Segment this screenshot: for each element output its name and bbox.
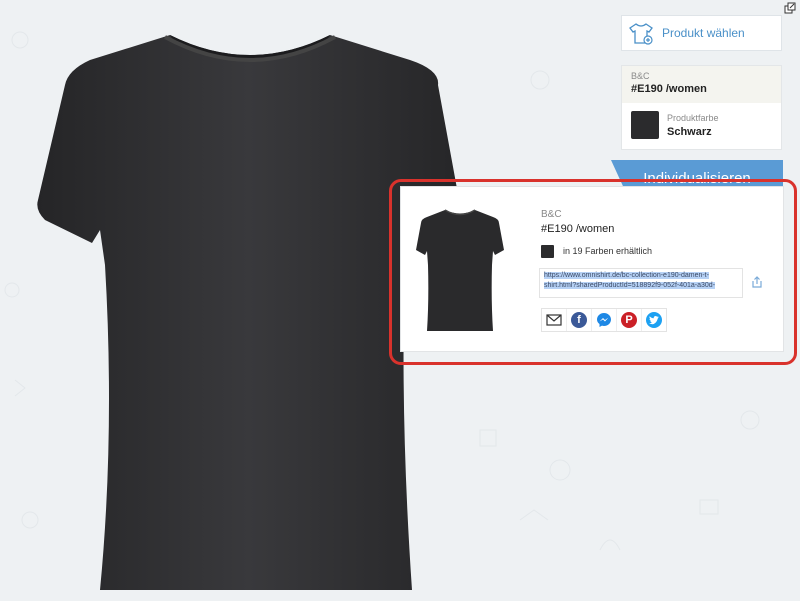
share-url-field[interactable]: https://www.omnishirt.de/bc-collection-e… [539, 268, 743, 298]
select-product-button[interactable]: Produkt wählen [621, 15, 782, 51]
facebook-share-button[interactable]: f [567, 309, 592, 331]
product-info-panel: B&C #E190 /women Produktfarbe Schwarz [621, 65, 782, 150]
email-share-button[interactable] [542, 309, 567, 331]
social-share-bar: f P [541, 308, 667, 332]
pinterest-icon: P [621, 312, 637, 328]
product-brand: B&C [631, 71, 650, 81]
share-colors-available: in 19 Farben erhältlich [563, 246, 653, 256]
share-icon[interactable] [750, 275, 764, 289]
product-thumbnail [416, 209, 504, 331]
share-brand: B&C [541, 209, 562, 220]
expand-icon[interactable] [784, 2, 796, 14]
share-card: B&C #E190 /women in 19 Farben erhältlich… [400, 186, 784, 352]
product-brand-box: B&C #E190 /women [622, 66, 781, 103]
tshirt-icon [629, 23, 653, 45]
product-color-row[interactable]: Produktfarbe Schwarz [622, 103, 781, 149]
share-url-text: https://www.omnishirt.de/bc-collection-e… [544, 272, 716, 289]
share-model: #E190 /women [541, 223, 615, 235]
messenger-share-button[interactable] [592, 309, 617, 331]
messenger-icon [597, 313, 611, 327]
pinterest-share-button[interactable]: P [617, 309, 642, 331]
email-icon [546, 314, 562, 326]
product-color-swatch[interactable] [631, 111, 659, 139]
facebook-icon: f [571, 312, 587, 328]
twitter-share-button[interactable] [642, 309, 666, 331]
twitter-icon [646, 312, 662, 328]
product-model: #E190 /women [631, 83, 707, 95]
share-color-swatch [541, 245, 554, 258]
product-color-name: Schwarz [667, 126, 712, 138]
select-product-label: Produkt wählen [662, 26, 745, 40]
product-color-label: Produktfarbe [667, 113, 719, 123]
